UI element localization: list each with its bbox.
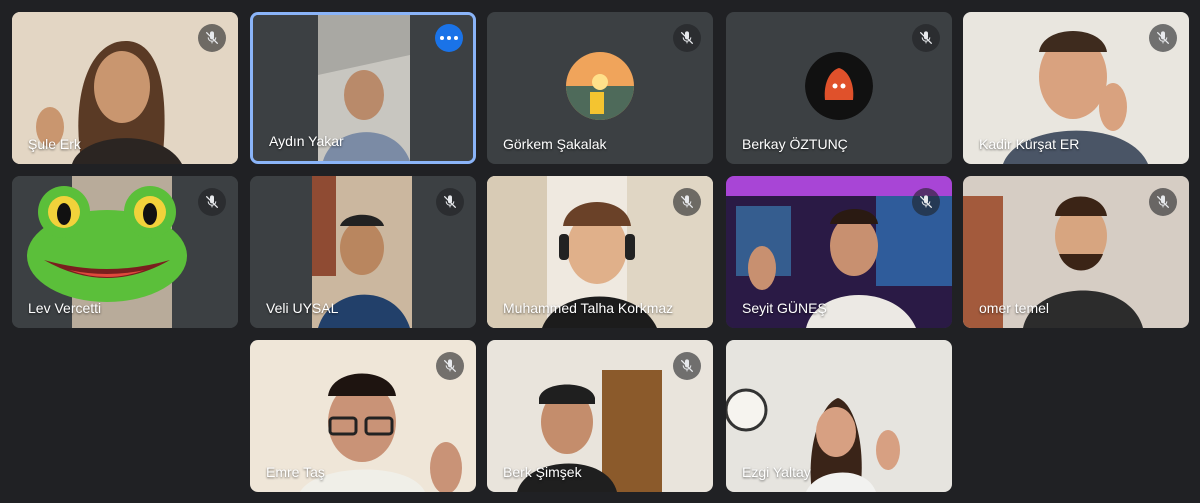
participant-tile-kadir-kursat-er[interactable]: Kadir Kürşat ER [963,12,1189,164]
participant-name: Kadir Kürşat ER [979,136,1080,152]
frog-effect-icon [27,186,187,302]
participant-name: Emre Taş [266,464,325,480]
mic-off-icon [912,24,940,52]
avatar [805,52,873,120]
more-options-icon[interactable] [435,24,463,52]
participant-name: Görkem Şakalak [503,136,607,152]
participant-tile-gorkem-sakalak[interactable]: Görkem Şakalak [487,12,713,164]
mic-off-icon [436,188,464,216]
mic-off-icon [912,188,940,216]
participant-tile-seyit-gunes[interactable]: Seyit GÜNEŞ [726,176,952,328]
participant-name: Ezgi Yaltay [742,464,811,480]
avatar [566,52,634,120]
mic-off-icon [1149,24,1177,52]
mic-off-icon [436,352,464,380]
participant-tile-ezgi-yaltay[interactable]: Ezgi Yaltay [726,340,952,492]
participant-tile-berkay-oztunc[interactable]: Berkay ÖZTUNÇ [726,12,952,164]
participant-name: Seyit GÜNEŞ [742,300,827,316]
participant-tile-sule-erk[interactable]: Şule Erk [12,12,238,164]
participant-name: Aydın Yakar [269,133,344,149]
mic-off-icon [1149,188,1177,216]
mic-off-icon [198,24,226,52]
participant-tile-muhammed-talha-korkmaz[interactable]: Muhammed Talha Korkmaz [487,176,713,328]
mic-off-icon [198,188,226,216]
mic-off-icon [673,24,701,52]
participant-name: Şule Erk [28,136,81,152]
participant-tile-emre-tas[interactable]: Emre Taş [250,340,476,492]
participant-tile-omer-temel[interactable]: omer temel [963,176,1189,328]
participant-tile-aydin-yakar[interactable]: Aydın Yakar [250,12,476,164]
participant-name: Berk Şimşek [503,464,582,480]
participant-name: Berkay ÖZTUNÇ [742,136,848,152]
participant-name: Muhammed Talha Korkmaz [503,300,674,316]
mic-off-icon [673,188,701,216]
participant-tile-berk-simsek[interactable]: Berk Şimşek [487,340,713,492]
participant-name: Veli UYSAL [266,300,339,316]
mic-off-icon [673,352,701,380]
participant-name: omer temel [979,300,1050,316]
participant-tile-veli-uysal[interactable]: Veli UYSAL [250,176,476,328]
video-grid: Şule Erk Aydın Yakar Görkem Şakalak Berk… [0,0,1200,503]
